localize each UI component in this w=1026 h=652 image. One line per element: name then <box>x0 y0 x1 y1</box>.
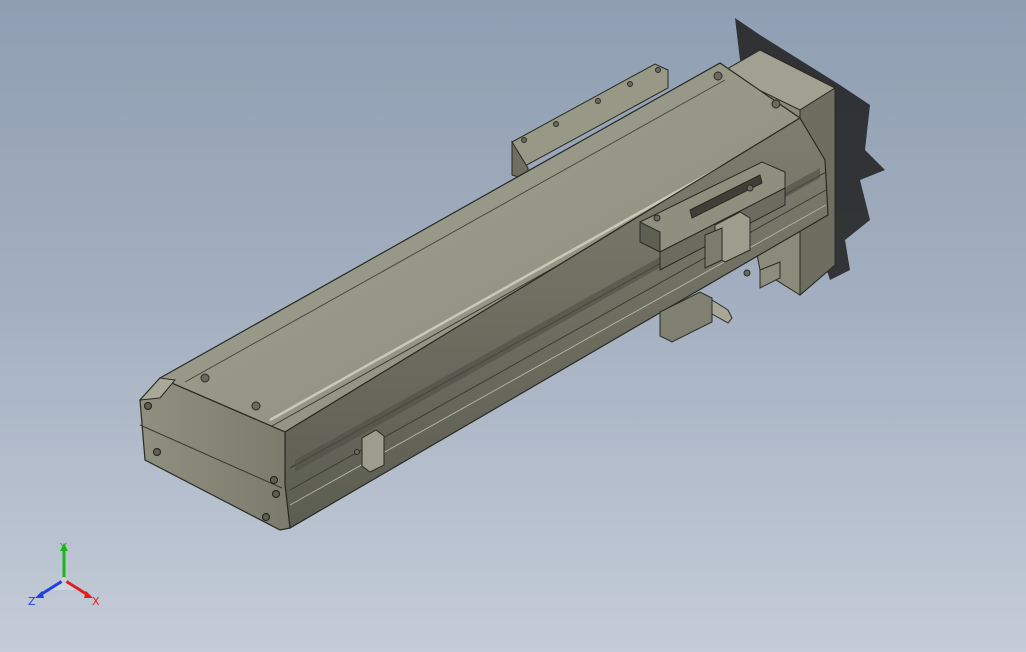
z-axis-label: Z <box>28 595 36 608</box>
coordinate-triad: Y X Z <box>28 541 100 608</box>
y-axis-label: Y <box>59 541 67 554</box>
sensor-bracket-left <box>361 429 385 473</box>
guide-pin <box>711 299 733 324</box>
linear-actuator-model[interactable] <box>0 0 1026 652</box>
x-axis-label: X <box>92 595 100 608</box>
graphics-viewport[interactable]: Y X Z <box>0 0 1026 652</box>
